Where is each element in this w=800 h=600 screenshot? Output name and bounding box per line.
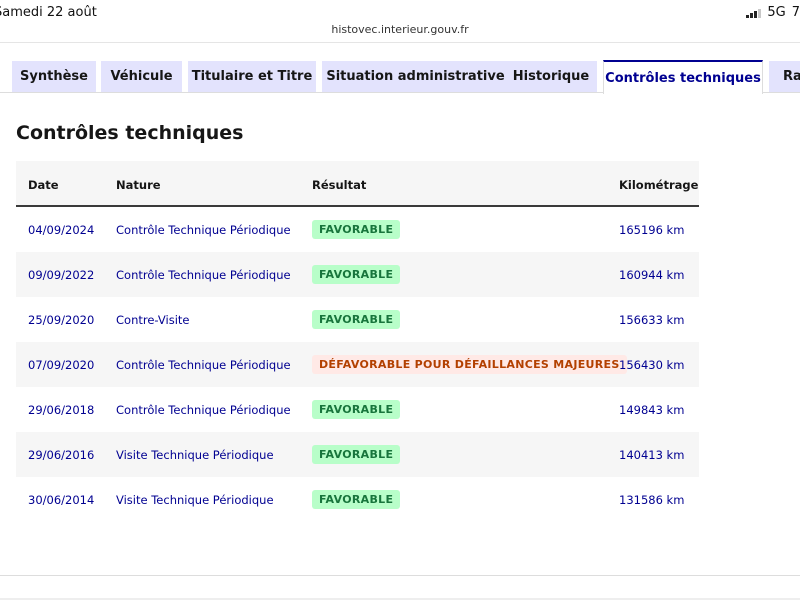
page-title: Contrôles techniques [16, 122, 244, 144]
cell-kilometrage: 140413 km [619, 448, 685, 462]
cell-kilometrage: 149843 km [619, 403, 685, 417]
column-header-resultat: Résultat [312, 178, 367, 192]
cell-kilometrage: 165196 km [619, 223, 685, 237]
cell-date: 07/09/2020 [28, 358, 95, 372]
column-header-date: Date [28, 178, 59, 192]
cell-nature: Contrôle Technique Périodique [116, 223, 291, 237]
cell-date: 29/06/2016 [28, 448, 95, 462]
controles-table: Date Nature Résultat Kilométrage 04/09/2… [16, 161, 699, 522]
table-row: 29/06/2016 Visite Technique Périodique FAV… [16, 432, 699, 477]
table-row: 07/09/2020 Contrôle Technique Périodique D… [16, 342, 699, 387]
tab-controles-techniques[interactable]: Contrôles techniques [603, 60, 763, 94]
status-indicators: 5G 7 [746, 5, 800, 20]
result-badge: FAVORABLE [312, 445, 401, 464]
table-row: 04/09/2024 Contrôle Technique Périodique F… [16, 207, 699, 252]
result-badge: FAVORABLE [312, 265, 401, 284]
cell-nature: Contrôle Technique Périodique [116, 358, 291, 372]
cell-date: 30/06/2014 [28, 493, 95, 507]
cell-kilometrage: 156430 km [619, 358, 685, 372]
table-body: 04/09/2024 Contrôle Technique Périodique F… [16, 207, 699, 522]
cell-nature: Visite Technique Périodique [116, 448, 274, 462]
cell-nature: Contrôle Technique Périodique [116, 268, 291, 282]
result-badge: DÉFAVORABLE POUR DÉFAILLANCES MAJEURES [312, 355, 627, 374]
cell-kilometrage: 156633 km [619, 313, 685, 327]
status-date: Samedi 22 août [0, 5, 97, 20]
cell-date: 09/09/2022 [28, 268, 95, 282]
cell-date: 25/09/2020 [28, 313, 95, 327]
table-header: Date Nature Résultat Kilométrage [16, 161, 699, 207]
table-row: 29/06/2018 Contrôle Technique Périodique F… [16, 387, 699, 432]
result-badge: FAVORABLE [312, 490, 401, 509]
result-badge: FAVORABLE [312, 220, 401, 239]
table-row: 09/09/2022 Contrôle Technique Périodique F… [16, 252, 699, 297]
cell-kilometrage: 160944 km [619, 268, 685, 282]
status-bar: Samedi 22 août 5G 7 histovec.interieur.g… [0, 0, 800, 42]
cell-nature: Contre-Visite [116, 313, 190, 327]
cell-date: 04/09/2024 [28, 223, 95, 237]
cell-nature: Visite Technique Périodique [116, 493, 274, 507]
cell-nature: Contrôle Technique Périodique [116, 403, 291, 417]
tab-bar: Synthèse Véhicule Titulaire et Titre Sit… [12, 60, 800, 94]
cell-kilometrage: 131586 km [619, 493, 685, 507]
tab-rapport[interactable]: Rap [769, 61, 800, 92]
network-label: 5G [767, 5, 786, 20]
result-badge: FAVORABLE [312, 310, 401, 329]
battery-level: 7 [791, 5, 800, 20]
address-bar-divider [0, 42, 800, 43]
result-badge: FAVORABLE [312, 400, 401, 419]
address-bar-url[interactable]: histovec.interieur.gouv.fr [0, 23, 800, 36]
tab-vehicule[interactable]: Véhicule [101, 61, 182, 92]
signal-icon [746, 8, 762, 18]
tab-historique[interactable]: Historique [505, 61, 597, 92]
column-header-kilometrage: Kilométrage [619, 178, 699, 192]
tab-titulaire-et-titre[interactable]: Titulaire et Titre [188, 61, 316, 92]
table-row: 30/06/2014 Visite Technique Périodique FAV… [16, 477, 699, 522]
table-row: 25/09/2020 Contre-Visite FAVORABLE 156633 k… [16, 297, 699, 342]
tab-situation-administrative[interactable]: Situation administrative [322, 61, 509, 92]
tab-synthese[interactable]: Synthèse [12, 61, 96, 92]
column-header-nature: Nature [116, 178, 161, 192]
cell-date: 29/06/2018 [28, 403, 95, 417]
